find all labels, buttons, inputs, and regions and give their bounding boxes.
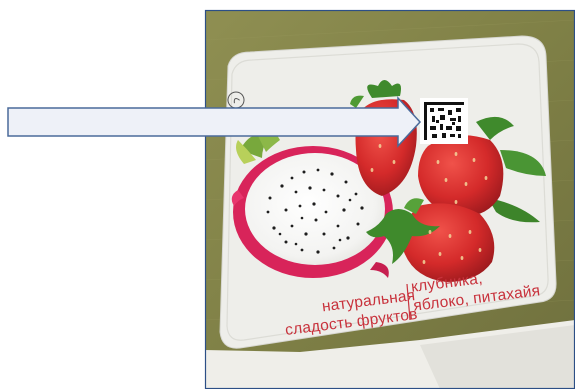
qr-code-icon bbox=[420, 98, 468, 144]
